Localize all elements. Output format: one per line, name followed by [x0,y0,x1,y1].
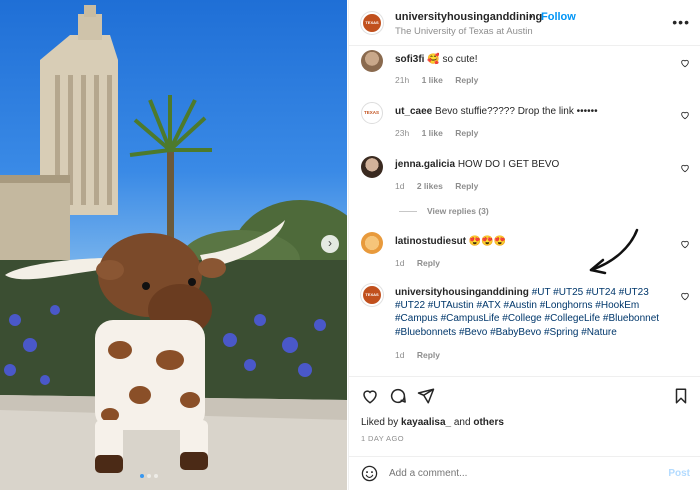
liked-by-prefix: Liked by [361,417,399,428]
caption-username[interactable]: universityhousinganddining [395,287,529,298]
heart-icon[interactable] [680,58,690,68]
annotation-arrow-icon [589,228,639,275]
caption-text: universityhousinganddining #UT #UT25 #UT… [395,286,672,339]
reply-button[interactable]: Reply [455,128,478,138]
next-photo-button[interactable]: › [321,235,339,253]
heart-icon[interactable] [680,291,690,301]
comment-time: 21h [395,75,410,85]
comment-bubble-icon[interactable] [389,387,407,405]
post-comment-button[interactable]: Post [668,468,690,479]
header-separator: • [529,11,533,23]
comment-meta: 21h 1 like Reply [395,75,488,85]
carousel-dot [140,474,144,478]
header-location[interactable]: The University of Texas at Austin [395,26,533,37]
heart-icon[interactable] [680,163,690,173]
comment-meta: 1d Reply [395,350,450,360]
post-header: universityhousinganddining • Follow The … [349,0,700,46]
comment-body: 🥰 so cute! [427,54,478,65]
comment-username[interactable]: ut_caee [395,106,432,117]
longhorn-plush-photo [0,5,347,490]
bookmark-icon[interactable] [672,387,690,405]
more-options-button[interactable]: ••• [672,14,690,30]
comment-text: jenna.galicia HOW DO I GET BEVO [395,158,672,171]
comment-username[interactable]: sofi3fi [395,54,424,65]
carousel-dot [147,474,151,478]
liked-by: Liked by kayaalisa_ and others [361,417,504,428]
comment-username[interactable]: jenna.galicia [395,159,455,170]
comment-likes[interactable]: 1 like [422,128,443,138]
carousel-dot [154,474,158,478]
add-comment-bar: Post [349,456,700,490]
comment-body: HOW DO I GET BEVO [457,159,560,170]
header-username[interactable]: universityhousinganddining [395,11,542,23]
heart-icon[interactable] [680,239,690,249]
post-photo[interactable]: › [0,0,347,490]
reply-button[interactable]: Reply [455,75,478,85]
share-paper-plane-icon[interactable] [417,387,435,405]
liked-by-and: and [453,417,471,428]
reply-button[interactable]: Reply [455,181,478,191]
comment-time: 1d [395,181,405,191]
comment-time: 1d [395,350,405,360]
post-sidebar: universityhousinganddining • Follow The … [348,0,700,490]
liked-by-others[interactable]: others [473,417,504,428]
comment-meta: 1d 2 likes Reply [395,181,488,191]
like-heart-icon[interactable] [361,387,379,405]
avatar[interactable] [361,284,383,306]
reply-button[interactable]: Reply [417,350,440,360]
avatar[interactable] [361,50,383,72]
comments-list[interactable]: sofi3fi 🥰 so cute! 21h 1 like Reply TEXA… [349,46,700,376]
avatar[interactable]: TEXAS [361,102,383,124]
post-actions: Liked by kayaalisa_ and others 1 DAY AGO [349,376,700,456]
avatar[interactable] [361,156,383,178]
comment-meta: 23h 1 like Reply [395,128,488,138]
follow-button[interactable]: Follow [541,11,576,23]
comment-body: 😍😍😍 [468,236,507,247]
avatar[interactable] [361,12,383,34]
comment-meta: 1d Reply [395,258,450,268]
comment-time: 1d [395,258,405,268]
post-timestamp: 1 DAY AGO [361,434,404,443]
comment-text: ut_caee Bevo stuffie????? Drop the link … [395,105,672,118]
texas-logo-icon: TEXAS [364,110,380,115]
heart-icon[interactable] [680,110,690,120]
comment-likes[interactable]: 2 likes [417,181,443,191]
reply-button[interactable]: Reply [417,258,440,268]
comment-body: Bevo stuffie????? Drop the link •••••• [435,106,598,117]
comment-time: 23h [395,128,410,138]
carousel-dots [140,474,158,478]
add-comment-input[interactable] [389,468,629,479]
avatar[interactable] [361,232,383,254]
emoji-smiley-icon[interactable] [361,465,378,482]
comment-text: sofi3fi 🥰 so cute! [395,53,672,66]
view-replies-button[interactable]: View replies (3) [399,206,489,216]
comment-likes[interactable]: 1 like [422,75,443,85]
liked-by-user[interactable]: kayaalisa_ [401,417,451,428]
comment-username[interactable]: latinostudiesut [395,236,466,247]
